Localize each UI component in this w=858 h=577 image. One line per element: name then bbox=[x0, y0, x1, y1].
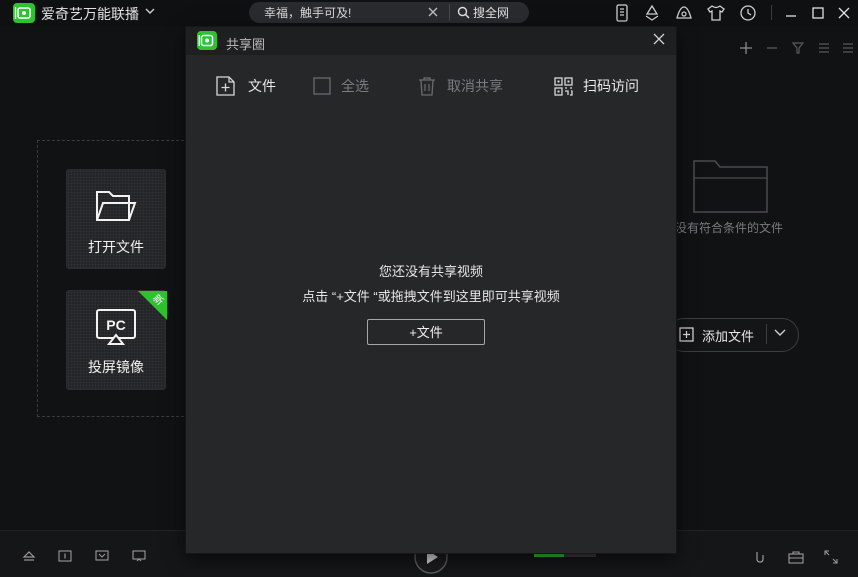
maximize-icon[interactable] bbox=[808, 4, 828, 22]
titlebar-divider bbox=[771, 5, 772, 20]
search-all-label: 搜全网 bbox=[473, 6, 510, 20]
screen-mirror-label: 投屏镜像 bbox=[88, 359, 144, 375]
qr-code-icon bbox=[554, 76, 573, 96]
new-badge: 新 bbox=[138, 291, 167, 320]
fullscreen-icon[interactable] bbox=[824, 550, 838, 564]
grid-view-icon[interactable] bbox=[840, 40, 856, 56]
add-file-label: 添加文件 bbox=[702, 329, 755, 344]
unshare-label: 取消共享 bbox=[447, 78, 503, 94]
clip-icon[interactable] bbox=[753, 550, 767, 564]
screen-mirror-icon: PC bbox=[95, 308, 137, 346]
chevron-down-icon[interactable] bbox=[145, 8, 155, 15]
toolbox-icon[interactable] bbox=[788, 550, 804, 564]
tv-icon[interactable] bbox=[95, 550, 109, 562]
app-logo-icon bbox=[13, 3, 35, 23]
phone-icon[interactable] bbox=[612, 4, 632, 22]
eject-icon[interactable] bbox=[22, 550, 36, 562]
app-title[interactable]: 爱奇艺万能联播 bbox=[41, 4, 139, 24]
pc-cast-icon[interactable] bbox=[132, 550, 146, 562]
empty-state-title: 您还没有共享视频 bbox=[378, 264, 483, 279]
search-icon bbox=[457, 6, 470, 19]
empty-folder-icon bbox=[693, 158, 769, 214]
volume-level[interactable] bbox=[534, 554, 564, 557]
search-all-button[interactable]: 搜全网 bbox=[457, 4, 509, 21]
trash-icon bbox=[417, 76, 437, 96]
scan-access-button[interactable]: 扫码访问 bbox=[554, 76, 639, 96]
folder-icon bbox=[95, 188, 137, 224]
add-file-divider bbox=[766, 324, 767, 344]
list-view-icon[interactable] bbox=[816, 40, 832, 56]
checkbox-icon bbox=[313, 77, 331, 95]
add-file-tool-button[interactable]: 文件 bbox=[216, 76, 276, 96]
app-logo-icon bbox=[197, 31, 217, 50]
playlist-icon[interactable] bbox=[58, 550, 72, 562]
empty-state-hint: 点击 “+文件 “或拖拽文件到这里即可共享视频 bbox=[302, 289, 560, 304]
clear-icon[interactable] bbox=[427, 6, 439, 18]
svg-text:PC: PC bbox=[106, 317, 125, 333]
volume-track[interactable] bbox=[564, 554, 596, 557]
dialog-title: 共享圈 bbox=[226, 37, 266, 52]
scan-access-label: 扫码访问 bbox=[583, 78, 639, 94]
add-icon[interactable] bbox=[738, 40, 754, 56]
add-file-icon bbox=[216, 76, 238, 96]
unshare-button[interactable]: 取消共享 bbox=[417, 76, 503, 96]
open-file-label: 打开文件 bbox=[88, 239, 144, 255]
select-all-label: 全选 bbox=[341, 78, 369, 94]
remove-icon[interactable] bbox=[764, 40, 780, 56]
search-divider bbox=[449, 4, 450, 21]
chevron-down-icon[interactable] bbox=[774, 329, 786, 337]
add-file-icon bbox=[679, 327, 694, 342]
filter-icon[interactable] bbox=[790, 40, 806, 56]
skin-icon[interactable] bbox=[674, 4, 694, 22]
close-icon[interactable] bbox=[834, 4, 854, 22]
history-icon[interactable] bbox=[738, 4, 758, 22]
search-input[interactable]: 幸福，触手可及! bbox=[264, 4, 351, 21]
dialog-close-icon[interactable] bbox=[652, 32, 666, 46]
add-file-tool-label: 文件 bbox=[248, 78, 276, 94]
shirt-icon[interactable] bbox=[706, 4, 726, 22]
no-files-text: 没有符合条件的文件 bbox=[675, 221, 784, 235]
recycle-icon[interactable] bbox=[642, 4, 662, 22]
add-file-button[interactable]: +文件 bbox=[367, 319, 485, 345]
select-all-checkbox[interactable]: 全选 bbox=[313, 76, 369, 96]
minimize-icon[interactable] bbox=[781, 4, 801, 22]
